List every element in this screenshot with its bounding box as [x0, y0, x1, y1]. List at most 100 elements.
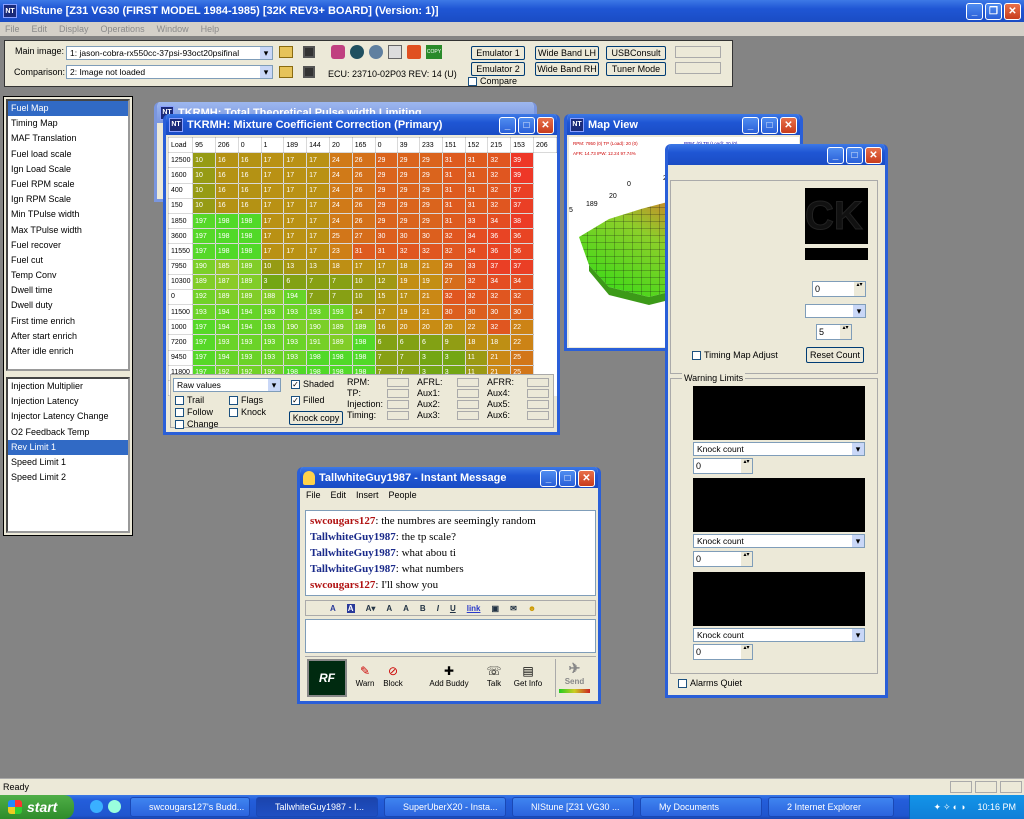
- grid-cell[interactable]: 193: [192, 304, 216, 321]
- grid-cell[interactable]: 17: [283, 212, 308, 230]
- grid-cell[interactable]: 32: [487, 197, 512, 214]
- grid-cell[interactable]: 29: [418, 197, 443, 214]
- grid-cell[interactable]: 30: [418, 228, 443, 245]
- grid-cell[interactable]: 31: [374, 243, 398, 260]
- disk-icon[interactable]: [369, 45, 383, 59]
- close-icon[interactable]: ✕: [578, 470, 595, 487]
- map-list-item[interactable]: After start enrich: [8, 329, 128, 344]
- grid-cell[interactable]: 34: [464, 243, 489, 260]
- grid-cell[interactable]: 31: [441, 197, 466, 214]
- chat-username[interactable]: TallwhiteGuy1987: [310, 547, 396, 559]
- grid-cell[interactable]: 29: [374, 212, 398, 230]
- comparison-select[interactable]: 2: Image not loaded: [66, 65, 273, 79]
- grid-cell[interactable]: 29: [396, 167, 420, 184]
- grid-cell[interactable]: 24: [328, 182, 353, 199]
- grid-cell[interactable]: 24: [328, 167, 353, 184]
- grid-cell[interactable]: 26: [351, 182, 376, 199]
- grid-cell[interactable]: 193: [260, 319, 285, 336]
- grid-cell[interactable]: 17: [306, 243, 330, 260]
- grid-cell[interactable]: 18: [487, 334, 512, 351]
- grid-cell[interactable]: 194: [283, 288, 308, 306]
- grid-cell[interactable]: 39: [510, 167, 535, 184]
- grid-cell[interactable]: 17: [283, 228, 308, 245]
- grid-cell[interactable]: 197: [192, 228, 216, 245]
- minimize-icon[interactable]: _: [499, 117, 516, 134]
- taskbar-item[interactable]: My Documents: [640, 797, 762, 817]
- fuel-map-title-bar[interactable]: NT TKRMH: Mixture Coefficient Correction…: [166, 114, 557, 135]
- grid-cell[interactable]: 190: [192, 258, 216, 275]
- display-mode-select[interactable]: Raw values: [173, 378, 281, 392]
- im-menu-edit[interactable]: Edit: [331, 490, 347, 500]
- grid-cell[interactable]: 29: [374, 182, 398, 199]
- grid-cell[interactable]: 6: [396, 334, 420, 351]
- grid-cell[interactable]: 34: [464, 228, 489, 245]
- grid-cell[interactable]: 30: [510, 304, 535, 321]
- setting-select[interactable]: [805, 304, 866, 318]
- grid-cell[interactable]: 7: [328, 273, 353, 290]
- grid-cell[interactable]: 32: [464, 273, 489, 290]
- grid-cell[interactable]: 17: [306, 197, 330, 214]
- grid-cell[interactable]: 24: [328, 152, 353, 169]
- grid-cell[interactable]: 194: [214, 304, 239, 321]
- grid-cell[interactable]: 189: [237, 288, 262, 306]
- menu-help[interactable]: Help: [201, 24, 220, 34]
- grid-cell[interactable]: 32: [396, 243, 420, 260]
- grid-cell[interactable]: 13: [283, 258, 308, 275]
- map-list-item[interactable]: First time enrich: [8, 314, 128, 329]
- grid-cell[interactable]: 16: [237, 152, 262, 169]
- grid-cell[interactable]: 194: [214, 319, 239, 336]
- grid-cell[interactable]: 32: [464, 288, 489, 306]
- close-icon[interactable]: ✕: [1004, 3, 1021, 20]
- grid-cell[interactable]: 17: [374, 258, 398, 275]
- grid-cell[interactable]: 17: [351, 258, 376, 275]
- grid-cell[interactable]: 197: [192, 243, 216, 260]
- grid-cell[interactable]: 198: [328, 349, 353, 366]
- map-list-item[interactable]: Fuel recover: [8, 238, 128, 253]
- grid-cell[interactable]: 193: [283, 334, 308, 351]
- grid-cell[interactable]: 7: [306, 273, 330, 290]
- emulator-2-button[interactable]: Emulator 2: [471, 62, 525, 76]
- grid-cell[interactable]: 32: [487, 288, 512, 306]
- grid-cell[interactable]: 21: [418, 258, 443, 275]
- grid-cell[interactable]: 10: [192, 197, 216, 214]
- grid-cell[interactable]: 24: [328, 197, 353, 214]
- open-folder-icon[interactable]: [279, 66, 293, 78]
- map-list-item[interactable]: Fuel Map: [8, 101, 128, 117]
- grid-cell[interactable]: 34: [487, 212, 512, 230]
- bold-icon[interactable]: B: [420, 604, 426, 613]
- grid-cell[interactable]: 37: [510, 258, 535, 275]
- chart-icon[interactable]: [388, 45, 402, 59]
- grid-cell[interactable]: 29: [396, 152, 420, 169]
- knock-window-title-bar[interactable]: _ □ ✕: [668, 144, 885, 165]
- im-menu-people[interactable]: People: [389, 490, 417, 500]
- grid-cell[interactable]: 21: [418, 304, 443, 321]
- grid-cell[interactable]: 37: [487, 258, 512, 275]
- grid-cell[interactable]: 10: [351, 273, 376, 290]
- grid-cell[interactable]: 193: [283, 349, 308, 366]
- instant-message-window[interactable]: TallwhiteGuy1987 - Instant Message _ □ ✕ F…: [297, 467, 601, 704]
- grid-cell[interactable]: 36: [487, 228, 512, 245]
- grid-cell[interactable]: 29: [396, 212, 420, 230]
- grid-cell[interactable]: 31: [464, 197, 489, 214]
- main-title-bar[interactable]: NT NIStune [Z31 VG30 (FIRST MODEL 1984-1…: [0, 0, 1024, 22]
- im-title-bar[interactable]: TallwhiteGuy1987 - Instant Message _ □ ✕: [300, 467, 598, 488]
- grid-cell[interactable]: 29: [374, 167, 398, 184]
- grid-cell[interactable]: 193: [328, 304, 353, 321]
- email-icon[interactable]: ✉: [510, 604, 517, 613]
- menu-window[interactable]: Window: [157, 24, 189, 34]
- grid-cell[interactable]: 17: [260, 182, 285, 199]
- grid-cell[interactable]: 17: [260, 228, 285, 245]
- grid-cell[interactable]: 189: [214, 288, 239, 306]
- grid-cell[interactable]: 193: [214, 334, 239, 351]
- grid-cell[interactable]: 22: [464, 319, 489, 336]
- minimize-icon[interactable]: _: [742, 117, 759, 134]
- map-view-title-bar[interactable]: NT Map View _ □ ✕: [567, 114, 800, 135]
- taskbar-item[interactable]: 2 Internet Explorer: [768, 797, 894, 817]
- grid-cell[interactable]: 17: [283, 243, 308, 260]
- grid-cell[interactable]: 16: [374, 319, 398, 336]
- grid-cell[interactable]: 13: [306, 258, 330, 275]
- start-button[interactable]: start: [0, 795, 74, 819]
- chat-username[interactable]: swcougars127: [310, 515, 375, 527]
- grid-cell[interactable]: 14: [351, 304, 376, 321]
- grid-cell[interactable]: 39: [510, 152, 535, 169]
